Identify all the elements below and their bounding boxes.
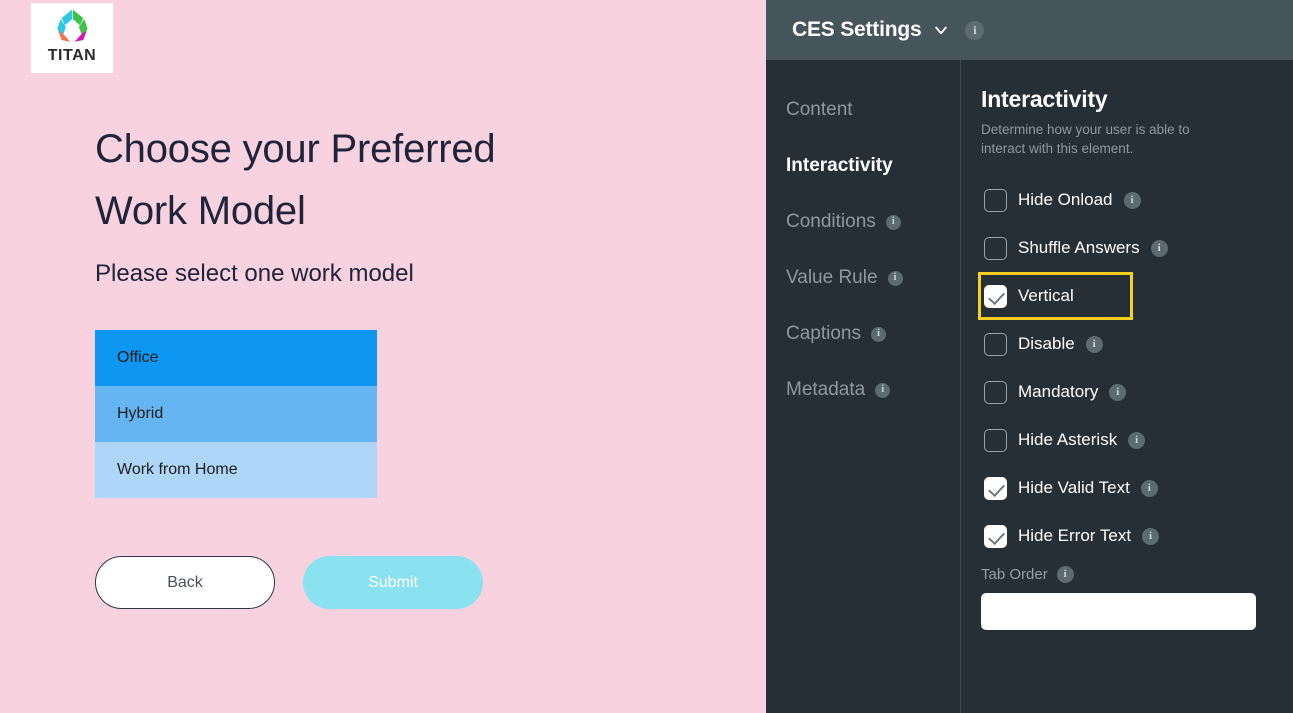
- option-label: Office: [117, 349, 159, 367]
- checkbox-mandatory[interactable]: [984, 380, 1007, 404]
- settings-pane: CES Settings i Content Interactivity Con…: [766, 0, 1293, 713]
- info-icon[interactable]: i: [1140, 479, 1158, 497]
- checkbox-row-hide-onload[interactable]: Hide Onload i: [978, 176, 1141, 224]
- sidebar-item-interactivity[interactable]: Interactivity: [766, 138, 960, 194]
- info-icon[interactable]: i: [875, 382, 891, 398]
- sidebar-item-label: Captions: [786, 323, 861, 344]
- interactivity-checkbox-list: Hide Onload i Shuffle Answers i Vertical: [978, 176, 1293, 560]
- submit-button-label: Submit: [368, 573, 418, 591]
- tab-order-label-row: Tab Order i: [981, 566, 1293, 584]
- submit-button[interactable]: Submit: [303, 556, 483, 610]
- checkbox-shuffle-answers[interactable]: [984, 236, 1007, 260]
- sidebar-item-metadata[interactable]: Metadata i: [766, 362, 960, 418]
- tab-order-label: Tab Order: [981, 566, 1048, 584]
- checkbox-hide-error-text[interactable]: [984, 524, 1007, 548]
- sidebar-item-captions[interactable]: Captions i: [766, 306, 960, 362]
- option-work-from-home[interactable]: Work from Home: [95, 442, 377, 499]
- checkbox-disable[interactable]: [984, 332, 1007, 356]
- option-label: Hybrid: [117, 405, 164, 423]
- checkbox-label: Mandatory: [1018, 382, 1099, 402]
- checkbox-row-vertical[interactable]: Vertical: [978, 272, 1133, 321]
- tab-order-input[interactable]: [981, 593, 1256, 631]
- checkbox-hide-valid-text[interactable]: [984, 476, 1007, 500]
- info-icon[interactable]: i: [1150, 239, 1168, 257]
- chevron-down-icon[interactable]: [933, 22, 949, 38]
- sidebar-item-content[interactable]: Content: [766, 82, 960, 138]
- sidebar-item-label: Value Rule: [786, 267, 878, 288]
- info-icon[interactable]: i: [885, 214, 901, 230]
- checkbox-hide-asterisk[interactable]: [984, 428, 1007, 452]
- settings-nav: Content Interactivity Conditions i Value…: [766, 60, 961, 713]
- option-office[interactable]: Office: [95, 330, 377, 387]
- detail-title: Interactivity: [981, 86, 1108, 112]
- info-icon[interactable]: i: [1142, 527, 1160, 545]
- sidebar-item-label: Metadata: [786, 379, 866, 400]
- checkbox-hide-onload[interactable]: [984, 188, 1007, 212]
- settings-detail: Interactivity Determine how your user is…: [961, 60, 1293, 713]
- back-button-label: Back: [167, 573, 203, 591]
- checkbox-row-hide-valid-text[interactable]: Hide Valid Text i: [978, 464, 1158, 512]
- info-icon[interactable]: i: [1128, 431, 1146, 449]
- checkbox-label: Hide Onload: [1018, 190, 1113, 210]
- checkbox-row-shuffle-answers[interactable]: Shuffle Answers i: [978, 224, 1168, 272]
- settings-body: Content Interactivity Conditions i Value…: [766, 60, 1293, 713]
- checkbox-row-hide-asterisk[interactable]: Hide Asterisk i: [978, 416, 1146, 464]
- checkbox-row-disable[interactable]: Disable i: [978, 320, 1133, 368]
- sidebar-item-conditions[interactable]: Conditions i: [766, 194, 960, 250]
- detail-description: Determine how your user is able to inter…: [981, 122, 1190, 157]
- info-icon[interactable]: i: [887, 270, 903, 286]
- page-title: Choose your Preferred Work Model: [95, 127, 496, 233]
- checkbox-label: Hide Asterisk: [1018, 430, 1118, 450]
- checkbox-row-mandatory[interactable]: Mandatory i: [978, 368, 1133, 416]
- form-body: Choose your Preferred Work Model Please …: [95, 118, 715, 610]
- info-icon[interactable]: i: [965, 20, 985, 40]
- checkbox-label: Hide Valid Text: [1018, 478, 1130, 498]
- titan-logo-icon: [57, 9, 88, 42]
- info-icon[interactable]: i: [871, 326, 886, 342]
- info-icon[interactable]: i: [1056, 566, 1074, 584]
- titan-logo: TITAN: [31, 3, 113, 73]
- checkbox-label: Shuffle Answers: [1018, 238, 1140, 258]
- option-label: Work from Home: [117, 461, 238, 479]
- sidebar-item-label: Content: [786, 99, 853, 120]
- checkbox-vertical[interactable]: [984, 284, 1007, 308]
- checkbox-label: Vertical: [1018, 286, 1074, 306]
- option-hybrid[interactable]: Hybrid: [95, 386, 377, 443]
- form-preview-pane: TITAN Choose your Preferred Work Model P…: [0, 0, 766, 713]
- titan-wordmark: TITAN: [47, 47, 97, 64]
- app-root: TITAN Choose your Preferred Work Model P…: [0, 0, 1293, 713]
- checkbox-label: Hide Error Text: [1018, 526, 1132, 546]
- info-icon[interactable]: i: [1109, 383, 1127, 401]
- form-actions: Back Submit: [95, 556, 715, 610]
- sidebar-item-value-rule[interactable]: Value Rule i: [766, 250, 960, 306]
- page-subtitle: Please select one work model: [95, 260, 414, 287]
- info-icon[interactable]: i: [1123, 191, 1141, 209]
- settings-header: CES Settings i: [766, 0, 1293, 60]
- settings-title: CES Settings: [792, 18, 922, 41]
- sidebar-item-label: Interactivity: [786, 155, 893, 176]
- sidebar-item-label: Conditions: [786, 211, 876, 232]
- work-model-options: Office Hybrid Work from Home: [95, 330, 377, 499]
- checkbox-row-hide-error-text[interactable]: Hide Error Text i: [978, 512, 1160, 560]
- info-icon[interactable]: i: [1085, 335, 1103, 353]
- checkbox-label: Disable: [1018, 334, 1075, 354]
- back-button[interactable]: Back: [95, 556, 275, 610]
